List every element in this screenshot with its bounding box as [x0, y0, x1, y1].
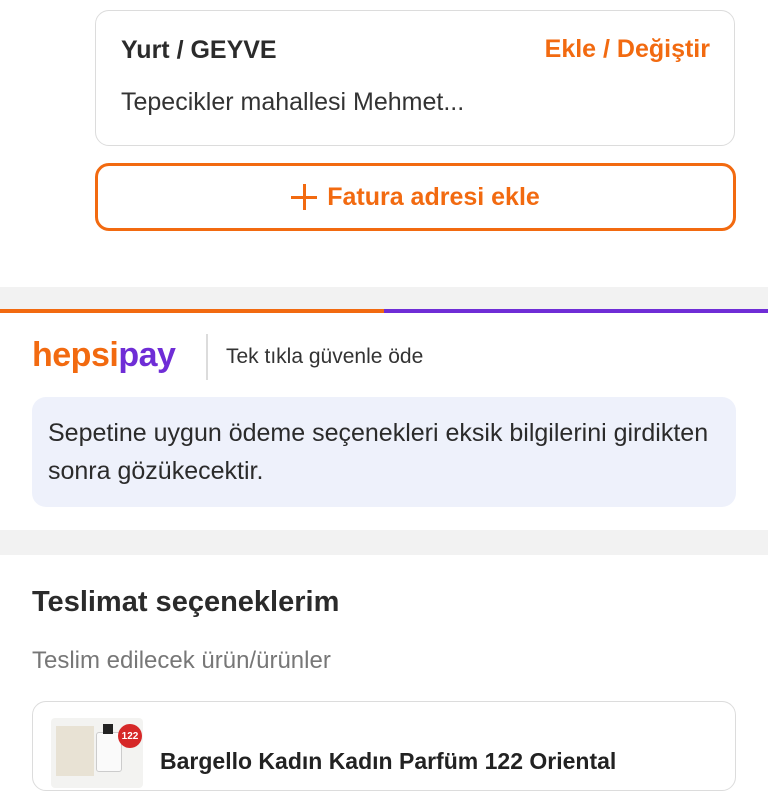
add-invoice-address-button[interactable]: Fatura adresi ekle [95, 163, 736, 231]
hepsipay-logo: hepsipay [32, 336, 176, 374]
brand-bar-purple [384, 309, 768, 313]
delivery-subtitle: Teslim edilecek ürün/ürünler [32, 647, 331, 674]
address-detail: Tepecikler mahallesi Mehmet... [121, 88, 465, 116]
logo-divider [206, 334, 208, 380]
add-change-address-link[interactable]: Ekle / Değiştir [545, 35, 710, 64]
product-number-badge: 122 [118, 724, 142, 748]
section-separator [0, 530, 768, 555]
add-invoice-address-label: Fatura adresi ekle [327, 182, 540, 211]
bottle-cap-icon [103, 724, 113, 734]
plus-icon [291, 184, 318, 210]
address-card[interactable] [95, 10, 735, 146]
delivery-options-title: Teslimat seçeneklerim [32, 586, 340, 618]
brand-bar-orange [0, 309, 384, 313]
payment-tagline: Tek tıkla güvenle öde [226, 345, 424, 368]
address-title: Yurt / GEYVE [121, 36, 277, 64]
section-separator [0, 287, 768, 309]
perfume-box-icon [56, 726, 94, 776]
payment-info-box: Sepetine uygun ödeme seçenekleri eksik b… [32, 397, 736, 507]
product-name: Bargello Kadın Kadın Parfüm 122 Oriental [160, 748, 617, 774]
